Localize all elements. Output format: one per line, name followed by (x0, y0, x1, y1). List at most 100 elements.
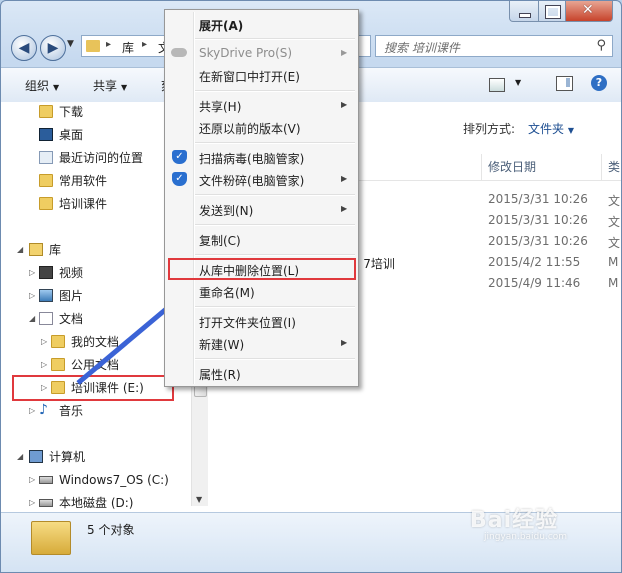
scroll-down-icon[interactable]: ▼ (196, 495, 202, 504)
annotation-highlight-menu (168, 258, 356, 280)
nav-label: 公用文档 (71, 358, 120, 372)
nav-label: 图片 (59, 289, 84, 303)
menu-separator (195, 90, 355, 92)
collapse-arrow-icon[interactable]: ▷ (29, 498, 35, 507)
help-icon[interactable]: ? (591, 75, 607, 91)
expand-arrow-icon[interactable]: ◢ (17, 452, 23, 461)
menu-separator (195, 38, 355, 40)
menu-item-restore-versions[interactable]: 还原以前的版本(V) (199, 120, 301, 137)
back-button[interactable]: ◀ (11, 35, 37, 61)
picture-icon (39, 289, 53, 302)
maximize-button[interactable] (538, 1, 566, 22)
file-date: 2015/3/31 10:26 (488, 234, 588, 248)
submenu-arrow-icon: ▶ (341, 174, 348, 183)
breadcrumb-separator[interactable]: ▸ (106, 39, 111, 50)
menu-item-open-folder-location[interactable]: 打开文件夹位置(I) (199, 314, 296, 331)
folder-icon (86, 40, 100, 52)
menu-separator (195, 358, 355, 360)
sort-dropdown[interactable]: 文件夹 ▼ (528, 120, 574, 137)
menu-item-rename[interactable]: 重命名(M) (199, 284, 255, 301)
minimize-button[interactable] (509, 1, 539, 22)
nav-label: 视频 (59, 266, 84, 280)
menu-separator (195, 142, 355, 144)
collapse-arrow-icon[interactable]: ▷ (29, 291, 35, 300)
menu-item-open-new-window[interactable]: 在新窗口中打开(E) (199, 68, 300, 85)
collapse-arrow-icon[interactable]: ▷ (29, 268, 35, 277)
share-button[interactable]: 共享 ▼ (93, 77, 127, 94)
expand-arrow-icon[interactable]: ◢ (17, 245, 23, 254)
skydrive-cloud-icon (171, 48, 187, 57)
nav-label: 最近访问的位置 (59, 151, 144, 165)
item-count: 5 个对象 (87, 523, 135, 537)
forward-button[interactable]: ▶ (40, 35, 66, 61)
file-date: 2015/4/2 11:55 (488, 255, 581, 269)
column-label: 修改日期 (488, 160, 537, 174)
menu-separator (195, 194, 355, 196)
nav-label: 我的文档 (71, 335, 120, 349)
column-header-type[interactable]: 类 (601, 154, 621, 180)
menu-item-skydrive[interactable]: SkyDrive Pro(S) (199, 46, 292, 60)
sort-value: 文件夹 (528, 122, 565, 136)
search-placeholder: 搜索 培训课件 (384, 41, 460, 55)
nav-label: 文档 (59, 312, 84, 326)
collapse-arrow-icon[interactable]: ▷ (29, 406, 35, 415)
menu-separator (195, 224, 355, 226)
file-date: 2015/3/31 10:26 (488, 192, 588, 206)
annotation-highlight-nav (12, 375, 174, 401)
library-icon (29, 243, 43, 256)
menu-item-properties[interactable]: 属性(R) (199, 366, 241, 383)
nav-label: Windows7_OS (C:) (59, 473, 169, 487)
file-date: 2015/3/31 10:26 (488, 213, 588, 227)
folder-icon (39, 197, 53, 210)
share-label: 共享 (93, 79, 118, 93)
view-icon[interactable] (489, 78, 505, 92)
chevron-down-icon: ▼ (567, 126, 574, 135)
preview-pane-icon[interactable] (556, 76, 573, 91)
submenu-arrow-icon: ▶ (341, 100, 348, 109)
menu-gutter (193, 12, 195, 384)
organize-button[interactable]: 组织 ▼ (25, 77, 59, 94)
nav-label: 音乐 (59, 404, 84, 418)
nav-label: 桌面 (59, 128, 84, 142)
search-input[interactable]: 搜索 培训课件 ⚲ (375, 35, 613, 57)
menu-item-copy[interactable]: 复制(C) (199, 232, 241, 249)
menu-item-scan-virus[interactable]: 扫描病毒(电脑管家) (199, 150, 304, 167)
column-header-date[interactable]: 修改日期 (481, 154, 603, 180)
nav-label: 常用软件 (59, 174, 108, 188)
menu-item-send-to[interactable]: 发送到(N) (199, 202, 253, 219)
breadcrumb-library[interactable]: 库 (122, 39, 134, 56)
breadcrumb-separator[interactable]: ▸ (142, 39, 147, 50)
submenu-arrow-icon: ▶ (341, 48, 348, 57)
view-dropdown-icon[interactable]: ▼ (515, 78, 521, 87)
menu-item-new[interactable]: 新建(W) (199, 336, 244, 353)
shield-icon: ✓ (172, 172, 187, 186)
history-dropdown-icon[interactable]: ▼ (67, 39, 74, 49)
search-icon[interactable]: ⚲ (596, 38, 606, 53)
close-button[interactable]: ✕ (565, 1, 613, 22)
submenu-arrow-icon: ▶ (341, 338, 348, 347)
collapse-arrow-icon[interactable]: ▷ (29, 475, 35, 484)
maximize-icon (545, 5, 561, 19)
folder-icon (31, 521, 71, 555)
video-icon (39, 266, 53, 279)
computer-icon (29, 450, 43, 463)
file-date: 2015/4/9 11:46 (488, 276, 581, 290)
menu-separator (195, 254, 355, 256)
file-type: M (608, 276, 619, 290)
expand-arrow-icon[interactable]: ◢ (29, 314, 35, 323)
collapse-arrow-icon[interactable]: ▷ (41, 360, 47, 369)
music-note-icon: ♪ (39, 402, 48, 418)
drive-icon (39, 499, 53, 507)
collapse-arrow-icon[interactable]: ▷ (41, 337, 47, 346)
watermark-logo: Bai经验 jingyan.baidu.com (470, 508, 568, 542)
folder-icon (51, 335, 65, 348)
menu-item-shred-file[interactable]: 文件粉碎(电脑管家) (199, 172, 304, 189)
column-label: 类 (608, 160, 621, 174)
chevron-down-icon: ▼ (53, 83, 60, 92)
nav-label: 库 (49, 243, 62, 257)
menu-item-expand[interactable]: 展开(A) (199, 17, 243, 34)
recent-places-icon (39, 151, 53, 164)
folder-icon (51, 358, 65, 371)
nav-label: 本地磁盘 (D:) (59, 496, 134, 510)
menu-item-share[interactable]: 共享(H) (199, 98, 241, 115)
